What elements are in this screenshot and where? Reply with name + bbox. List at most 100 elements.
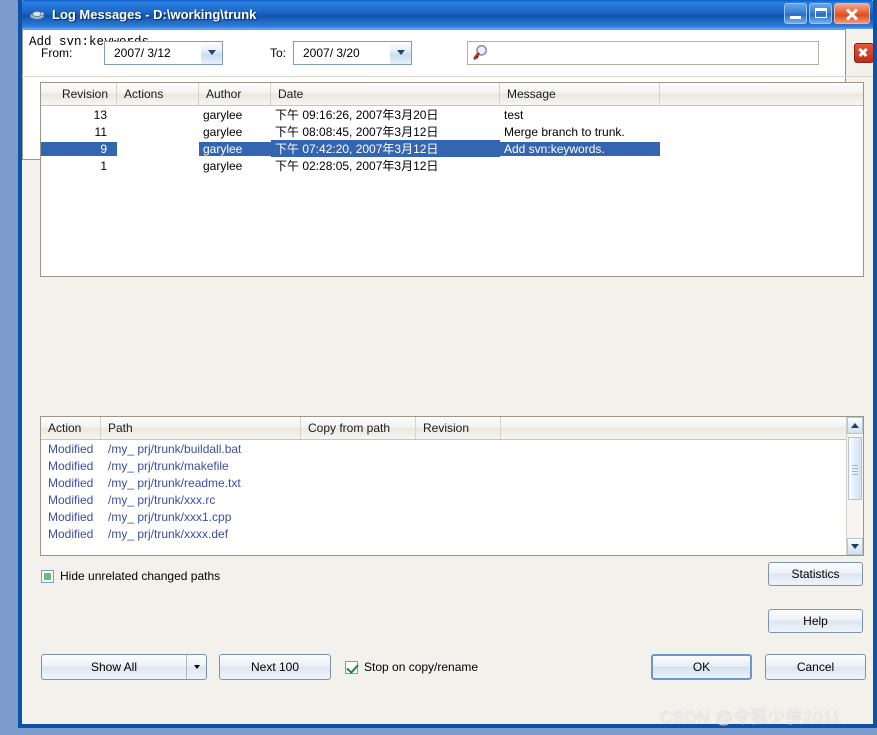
chevron-down-icon[interactable]	[389, 41, 411, 64]
log-list-header: Revision Actions Author Date Message	[41, 83, 863, 106]
column-header-path[interactable]: Path	[101, 417, 301, 439]
log-message: Merge branch to trunk.	[504, 124, 625, 139]
table-row[interactable]: 1 garylee 下午 02:28:05, 2007年3月12日	[41, 157, 863, 174]
list-item[interactable]: Modified /my_ prj/trunk/xxxx.def	[41, 525, 863, 542]
stop-on-copy-rename-checkbox[interactable]: Stop on copy/rename	[345, 660, 478, 674]
path-action: Modified	[48, 509, 94, 524]
log-message: test	[504, 107, 524, 122]
log-author: garylee	[203, 124, 243, 139]
path-action: Modified	[48, 441, 94, 456]
window-controls	[784, 3, 870, 24]
window-title: Log Messages - D:\working\trunk	[52, 7, 257, 22]
hide-unrelated-changed-paths-checkbox[interactable]: Hide unrelated changed paths	[41, 569, 220, 583]
path-action: Modified	[48, 526, 94, 541]
filter-bar: From: 2007/ 3/12 To: 2007/ 3/20	[22, 29, 874, 77]
log-list-body: 13 garylee 下午 09:16:26, 2007年3月20日 test …	[41, 106, 863, 174]
log-author: garylee	[199, 141, 271, 156]
table-row[interactable]: 11 garylee 下午 08:08:45, 2007年3月12日 Merge…	[41, 123, 863, 140]
column-header-copy-from-path[interactable]: Copy from path	[301, 417, 416, 439]
list-item[interactable]: Modified /my_ prj/trunk/buildall.bat	[41, 440, 863, 457]
minimize-button[interactable]	[784, 3, 807, 24]
column-header-filler[interactable]	[660, 83, 863, 105]
hide-unrelated-label: Hide unrelated changed paths	[60, 569, 221, 583]
to-label: To:	[270, 45, 287, 60]
table-row[interactable]: 13 garylee 下午 09:16:26, 2007年3月20日 test	[41, 106, 863, 123]
list-item[interactable]: Modified /my_ prj/trunk/readme.txt	[41, 474, 863, 491]
maximize-button[interactable]	[809, 3, 832, 24]
paths-list-body: Modified /my_ prj/trunk/buildall.bat Mod…	[41, 440, 863, 542]
list-item[interactable]: Modified /my_ prj/trunk/xxx.rc	[41, 491, 863, 508]
column-header-path-revision[interactable]: Revision	[416, 417, 501, 439]
log-revision: 1	[100, 158, 107, 173]
statistics-button-label: Statistics	[791, 567, 840, 581]
path-value: /my_ prj/trunk/xxx.rc	[108, 492, 216, 507]
help-button-label: Help	[803, 614, 828, 628]
stop-on-copy-label: Stop on copy/rename	[364, 660, 479, 674]
column-header-revision[interactable]: Revision	[41, 83, 117, 105]
help-button[interactable]: Help	[768, 609, 863, 633]
changed-paths-list[interactable]: Action Path Copy from path Revision Modi…	[40, 416, 864, 556]
next-100-button[interactable]: Next 100	[219, 654, 331, 680]
magnifier-icon[interactable]	[468, 43, 498, 63]
search-input[interactable]	[498, 44, 818, 61]
column-header-author[interactable]: Author	[199, 83, 271, 105]
show-all-button-label: Show All	[90, 660, 138, 674]
scroll-down-icon[interactable]	[847, 538, 863, 555]
clear-filter-icon[interactable]	[854, 43, 874, 63]
from-label: From:	[41, 45, 73, 60]
dialog-client-area: From: 2007/ 3/12 To: 2007/ 3/20 Revision…	[22, 29, 874, 724]
paths-list-header: Action Path Copy from path Revision	[41, 417, 863, 440]
log-date: 下午 02:28:05, 2007年3月12日	[275, 159, 439, 173]
log-revision: 11	[94, 124, 107, 139]
screenshot-root: Log Messages - D:\working\trunk From: 20…	[0, 0, 877, 735]
cancel-button-label: Cancel	[796, 660, 835, 674]
path-action: Modified	[48, 475, 94, 490]
path-value: /my_ prj/trunk/xxx1.cpp	[108, 509, 232, 524]
checkbox-indicator[interactable]	[41, 569, 54, 583]
path-action: Modified	[48, 458, 94, 473]
log-author: garylee	[203, 158, 243, 173]
log-date: 下午 08:08:45, 2007年3月12日	[275, 125, 439, 139]
column-header-path-filler[interactable]	[501, 417, 846, 439]
ok-button-label: OK	[692, 660, 711, 674]
scroll-up-icon[interactable]	[847, 417, 863, 434]
checkbox-indicator[interactable]	[345, 660, 358, 674]
to-date-combo[interactable]: 2007/ 3/20	[293, 40, 412, 65]
chevron-down-icon[interactable]	[200, 41, 222, 64]
from-date-value: 2007/ 3/12	[114, 45, 171, 60]
list-item[interactable]: Modified /my_ prj/trunk/xxx1.cpp	[41, 508, 863, 525]
ok-button[interactable]: OK	[651, 654, 752, 680]
show-all-split-button[interactable]: Show All	[41, 654, 207, 680]
close-button[interactable]	[834, 3, 870, 24]
column-header-action[interactable]: Action	[41, 417, 101, 439]
log-message: Add svn:keywords.	[500, 141, 660, 156]
cancel-button[interactable]: Cancel	[765, 654, 866, 680]
path-value: /my_ prj/trunk/xxxx.def	[108, 526, 229, 541]
from-date-combo[interactable]: 2007/ 3/12	[104, 40, 223, 65]
path-value: /my_ prj/trunk/buildall.bat	[108, 441, 242, 456]
next-100-button-label: Next 100	[250, 660, 300, 674]
tortoisesvn-icon	[28, 7, 46, 23]
title-bar: Log Messages - D:\working\trunk	[22, 0, 873, 29]
to-date-value: 2007/ 3/20	[303, 45, 360, 60]
column-header-message[interactable]: Message	[500, 83, 660, 105]
statistics-button[interactable]: Statistics	[768, 562, 863, 586]
scrollbar-thumb[interactable]	[848, 437, 862, 500]
log-message-list[interactable]: Revision Actions Author Date Message 13	[40, 82, 864, 277]
chevron-down-icon[interactable]	[186, 655, 206, 679]
scrollbar-grip-icon	[852, 464, 858, 475]
log-revision: 9	[41, 141, 117, 156]
log-author: garylee	[203, 107, 243, 122]
list-item[interactable]: Modified /my_ prj/trunk/makefile	[41, 457, 863, 474]
log-messages-window: Log Messages - D:\working\trunk From: 20…	[18, 0, 877, 728]
column-header-date[interactable]: Date	[271, 83, 500, 105]
path-action: Modified	[48, 492, 94, 507]
paths-vertical-scrollbar[interactable]	[846, 417, 863, 555]
log-date: 下午 09:16:26, 2007年3月20日	[275, 108, 439, 122]
path-value: /my_ prj/trunk/makefile	[108, 458, 229, 473]
path-value: /my_ prj/trunk/readme.txt	[108, 475, 241, 490]
column-header-actions[interactable]: Actions	[117, 83, 199, 105]
table-row[interactable]: 9 garylee 下午 07:42:20, 2007年3月12日 Add sv…	[41, 140, 863, 157]
search-box[interactable]	[467, 40, 819, 65]
log-revision: 13	[93, 107, 107, 122]
